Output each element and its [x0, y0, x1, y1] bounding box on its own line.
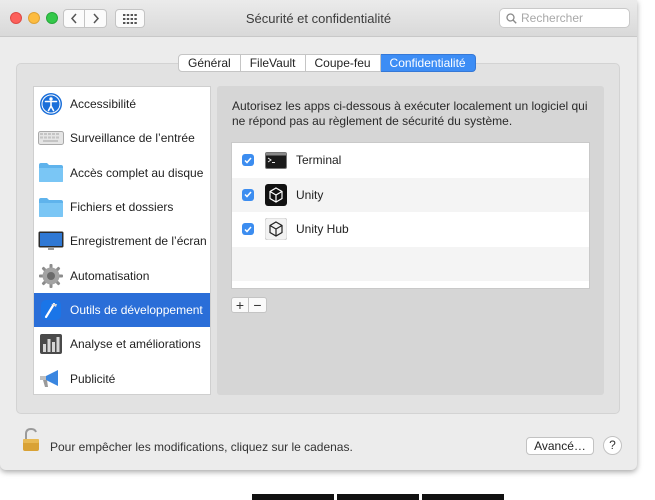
tab-general[interactable]: Général [178, 54, 241, 72]
display-icon [38, 228, 64, 254]
sidebar-item-developer-tools[interactable]: Outils de développement [34, 292, 210, 328]
background-bar [337, 494, 419, 500]
add-app-button[interactable]: + [231, 297, 249, 313]
background-strip [252, 494, 507, 500]
xcode-icon [38, 297, 64, 323]
tab-bar: Général FileVault Coupe-feu Confidential… [178, 54, 476, 72]
empty-row [232, 246, 589, 281]
tab-privacy[interactable]: Confidentialité [380, 54, 476, 72]
chart-icon [38, 331, 64, 357]
sidebar-item-analytics[interactable]: Analyse et améliorations [34, 327, 210, 361]
sidebar-item-label: Surveillance de l’entrée [70, 131, 195, 146]
add-remove-buttons: + − [231, 297, 267, 313]
unity-hub-icon [265, 218, 287, 241]
help-button[interactable]: ? [603, 436, 622, 455]
sidebar-item-label: Fichiers et dossiers [70, 200, 174, 215]
title-bar: Sécurité et confidentialité Rechercher [0, 0, 637, 37]
app-name: Unity Hub [296, 222, 349, 237]
sidebar-item-automation[interactable]: Automatisation [34, 258, 210, 292]
app-name: Terminal [296, 153, 342, 168]
remove-app-button[interactable]: − [249, 297, 267, 313]
terminal-icon [265, 149, 287, 171]
search-placeholder: Rechercher [521, 11, 584, 25]
app-row-unity[interactable]: Unity [232, 177, 589, 212]
tab-filevault[interactable]: FileVault [240, 54, 306, 72]
folder-icon [38, 160, 64, 186]
accessibility-icon [38, 91, 64, 117]
preferences-window: Sécurité et confidentialité Rechercher G… [0, 0, 637, 470]
search-field[interactable]: Rechercher [499, 8, 630, 28]
lock-hint-text: Pour empêcher les modifications, cliquez… [50, 440, 353, 454]
sidebar-item-label: Outils de développement [70, 302, 203, 317]
folder-icon [38, 194, 64, 220]
developer-tools-description: Autorisez les apps ci-dessous à exécuter… [232, 99, 588, 128]
checkmark-icon [244, 191, 252, 198]
checkmark-icon [244, 157, 252, 164]
app-checkbox[interactable] [242, 154, 254, 167]
sidebar-item-label: Automatisation [70, 268, 150, 283]
sidebar-item-files-and-folders[interactable]: Fichiers et dossiers [34, 190, 210, 224]
tab-firewall[interactable]: Coupe-feu [305, 54, 381, 72]
checkmark-icon [244, 226, 252, 233]
app-row-terminal[interactable]: Terminal [232, 143, 589, 178]
app-row-unity-hub[interactable]: Unity Hub [232, 212, 589, 247]
advanced-button[interactable]: Avancé… [526, 437, 594, 455]
sidebar-item-full-disk-access[interactable]: Accès complet au disque [34, 156, 210, 190]
search-icon [506, 12, 517, 24]
sidebar-item-label: Accessibilité [70, 97, 137, 112]
sidebar-item-screen-recording[interactable]: Enregistrement de l’écran [34, 224, 210, 258]
sidebar-item-input-monitoring[interactable]: Surveillance de l’entrée [34, 121, 210, 155]
background-bar [252, 494, 334, 500]
app-checkbox[interactable] [242, 223, 254, 236]
sidebar-item-label: Analyse et améliorations [70, 337, 201, 352]
sidebar-item-label: Enregistrement de l’écran [70, 234, 207, 249]
app-checkbox[interactable] [242, 188, 254, 201]
megaphone-icon [38, 366, 64, 392]
sidebar-item-accessibility[interactable]: Accessibilité [34, 87, 210, 121]
lock-icon[interactable] [22, 427, 42, 455]
sidebar-item-advertising[interactable]: Publicité [34, 361, 210, 394]
app-name: Unity [296, 187, 324, 202]
background-bar [422, 494, 504, 500]
unity-icon [265, 183, 287, 206]
privacy-category-list: Accessibilité Surveillance de l’entrée A… [33, 86, 211, 395]
sidebar-item-label: Publicité [70, 371, 116, 386]
app-list: Terminal Unity Unity Hub [231, 142, 590, 289]
keyboard-icon [38, 125, 64, 151]
gear-icon [38, 263, 64, 289]
sidebar-item-label: Accès complet au disque [70, 165, 204, 180]
